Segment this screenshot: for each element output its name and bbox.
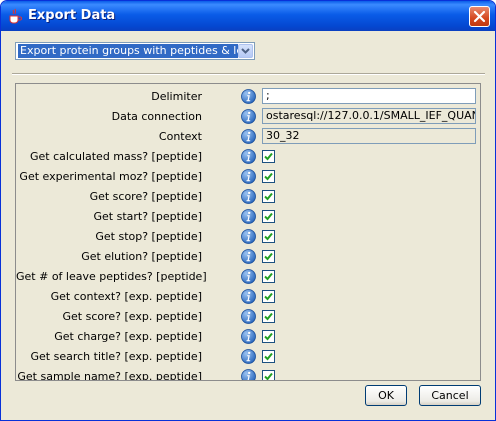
param-label: Get charge? [exp. peptide] [54,330,202,343]
param-checkbox[interactable] [262,150,275,163]
param-checkbox[interactable] [262,190,275,203]
param-label: Context [158,130,202,143]
param-row: Context 30_32 [16,127,480,147]
export-mode-selected-value: Export protein groups with peptides & le… [18,44,238,58]
info-icon[interactable] [241,109,256,124]
param-text-field[interactable]: 30_32 [262,128,476,144]
param-label: Get search title? [exp. peptide] [30,350,202,363]
param-label: Data connection [111,110,202,123]
param-row: Get # of leave peptides? [peptide] [16,267,480,287]
param-label: Get stop? [peptide] [95,230,202,243]
param-label: Get elution? [peptide] [81,250,202,263]
info-icon[interactable] [241,309,256,324]
param-row: Get search title? [exp. peptide] [16,347,480,367]
info-icon[interactable] [241,209,256,224]
close-button[interactable] [469,6,490,27]
info-icon[interactable] [241,149,256,164]
dialog-body: Export protein groups with peptides & le… [4,31,492,417]
param-row: Get stop? [peptide] [16,227,480,247]
param-label: Get experimental moz? [peptide] [19,170,202,183]
param-row: Get experimental moz? [peptide] [16,167,480,187]
param-label: Get context? [exp. peptide] [50,290,202,303]
param-checkbox[interactable] [262,210,275,223]
parameters-panel: Delimiter; Data connection ostaresql://127… [15,83,481,381]
param-checkbox[interactable] [262,270,275,283]
param-row: Get elution? [peptide] [16,247,480,267]
param-checkbox[interactable] [262,350,275,363]
param-label: Get sample name? [exp. peptide] [17,370,202,381]
info-icon[interactable] [241,349,256,364]
close-icon [473,10,486,23]
param-checkbox[interactable] [262,330,275,343]
info-icon[interactable] [241,369,256,380]
info-icon[interactable] [241,169,256,184]
info-icon[interactable] [241,189,256,204]
param-label: Delimiter [151,90,202,103]
param-label: Get calculated mass? [peptide] [29,150,202,163]
ok-button[interactable]: OK [365,385,407,406]
param-checkbox[interactable] [262,170,275,183]
export-mode-select[interactable]: Export protein groups with peptides & le… [15,42,255,60]
param-checkbox[interactable] [262,370,275,380]
export-data-dialog: Export Data Export protein groups with p… [0,0,496,421]
info-icon[interactable] [241,229,256,244]
param-label: Get start? [peptide] [93,210,203,223]
info-icon[interactable] [241,89,256,104]
param-checkbox[interactable] [262,310,275,323]
info-icon[interactable] [241,249,256,264]
java-cup-icon [9,8,22,24]
window-title: Export Data [28,8,116,23]
param-row: Get sample name? [exp. peptide] [16,367,480,381]
param-row: Get score? [exp. peptide] [16,307,480,327]
title-bar[interactable]: Export Data [1,1,495,31]
param-row: Data connection ostaresql://127.0.0.1/SMA… [16,107,480,127]
info-icon[interactable] [241,269,256,284]
info-icon[interactable] [241,289,256,304]
param-row: Get score? [peptide] [16,187,480,207]
param-text-field[interactable]: ostaresql://127.0.0.1/SMALL_IEF_QUANTI [262,108,476,124]
param-text-field[interactable]: ; [262,88,476,104]
cancel-button[interactable]: Cancel [419,385,481,406]
dropdown-button[interactable] [238,44,253,58]
chevron-down-icon [241,48,250,54]
param-checkbox[interactable] [262,290,275,303]
info-icon[interactable] [241,329,256,344]
param-row: Get charge? [exp. peptide] [16,327,480,347]
param-label: Get # of leave peptides? [peptide] [16,270,207,283]
separator [12,73,485,75]
param-row: Get start? [peptide] [16,207,480,227]
param-row: Get context? [exp. peptide] [16,287,480,307]
param-checkbox[interactable] [262,250,275,263]
info-icon[interactable] [241,129,256,144]
param-checkbox[interactable] [262,230,275,243]
param-label: Get score? [exp. peptide] [62,310,203,323]
param-row: Delimiter; [16,87,480,107]
param-label: Get score? [peptide] [89,190,202,203]
param-row: Get calculated mass? [peptide] [16,147,480,167]
